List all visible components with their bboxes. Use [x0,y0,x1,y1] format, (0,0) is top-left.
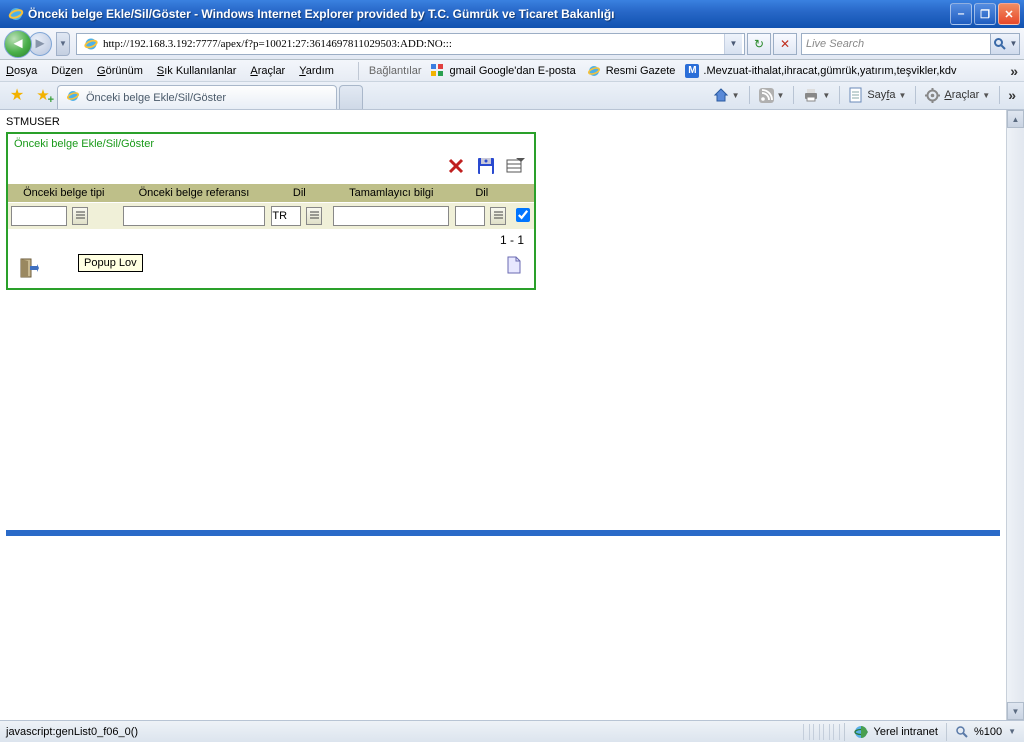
favorites-center-button[interactable]: ★ [8,86,26,104]
ie-page-icon [586,63,602,79]
input-tamamlayici-bilgi[interactable] [333,206,449,226]
url-input[interactable] [103,35,724,53]
page-ie-icon [83,36,99,52]
links-overflow[interactable]: » [1010,63,1018,79]
document-icon[interactable] [506,256,522,277]
window-title: Önceki belge Ekle/Sil/Göster - Windows I… [28,7,615,21]
search-go-button[interactable]: ▼ [990,33,1020,55]
cmdbar-overflow[interactable]: » [1004,87,1020,103]
feeds-button[interactable]: ▼ [755,85,789,105]
minimize-button[interactable]: ‒ [950,3,972,25]
favlink-mevzuat[interactable]: M .Mevzuat-ithalat,ihracat,gümrük,yatırı… [685,64,956,78]
nav-history-dropdown[interactable]: ▼ [56,32,70,56]
zone-label: Yerel intranet [874,726,938,738]
close-button[interactable]: ✕ [998,3,1020,25]
print-button[interactable]: ▼ [799,85,834,105]
content-viewport: ▲ ▼ STMUSER Önceki belge Ekle/Sil/Göster [0,110,1024,720]
scroll-up-button[interactable]: ▲ [1007,110,1024,128]
status-script-text: javascript:genList0_f06_0() [0,726,144,738]
menu-view[interactable]: Görünüm [97,65,143,77]
home-button[interactable]: ▼ [709,85,744,105]
region-onceki-belge: Önceki belge Ekle/Sil/Göster Önceki belg… [6,132,536,290]
exit-door-icon[interactable] [16,256,40,280]
col-onceki-belge-tipi: Önceki belge tipi [8,184,120,203]
input-belge-referansi[interactable] [123,206,266,226]
address-bar[interactable]: ▼ [76,33,745,55]
col-dil-1: Dil [268,184,330,203]
status-bar: javascript:genList0_f06_0() Yerel intran… [0,720,1024,742]
input-belge-tipi[interactable] [11,206,67,226]
search-placeholder: Live Search [806,38,864,50]
ie-page-icon [66,89,80,106]
stop-button[interactable]: ✕ [773,33,797,55]
zoom-value: %100 [974,726,1002,738]
col-dil-2: Dil [452,184,511,203]
refresh-button[interactable]: ↻ [747,33,771,55]
scroll-down-button[interactable]: ▼ [1007,702,1024,720]
input-dil-2[interactable] [455,206,485,226]
back-button[interactable]: ◄ [4,30,32,58]
nav-toolbar: ◄ ► ▼ ▼ ↻ ✕ Live Search ▼ [0,28,1024,60]
user-label: STMUSER [6,116,1000,128]
google-icon [429,63,445,79]
col-tamamlayici-bilgi: Tamamlayıcı bilgi [330,184,452,203]
menu-tools[interactable]: Araçlar [250,65,285,77]
window-titlebar: Önceki belge Ekle/Sil/Göster - Windows I… [0,0,1024,28]
row-checkbox[interactable] [516,208,530,222]
zoom-control[interactable]: %100 ▼ [947,725,1024,739]
links-label: Bağlantılar [369,65,422,77]
tab-active[interactable]: Önceki belge Ekle/Sil/Göster [57,85,337,109]
input-dil-1[interactable] [271,206,301,226]
region-title: Önceki belge Ekle/Sil/Göster [8,134,534,152]
tab-toolbar: ★ ★+ Önceki belge Ekle/Sil/Göster ▼ ▼ ▼ … [0,82,1024,110]
data-grid: Önceki belge tipi Önceki belge referansı… [8,184,534,229]
menu-edit[interactable]: Düzen [51,65,83,77]
lov-dil-2-icon[interactable] [490,207,506,225]
maximize-button[interactable]: ❐ [974,3,996,25]
url-dropdown[interactable]: ▼ [724,34,742,54]
tools-menu[interactable]: Araçlar▼ [921,85,994,105]
save-icon[interactable] [476,156,496,176]
lov-belge-tipi-icon[interactable] [72,207,88,225]
lov-dil-1-icon[interactable] [306,207,322,225]
delete-icon[interactable] [446,156,466,176]
favlink-gmail[interactable]: gmail Google'dan E-posta [429,63,575,79]
page-menu[interactable]: Sayfa▼ [845,85,910,105]
vertical-scrollbar[interactable]: ▲ ▼ [1006,110,1024,720]
new-tab-button[interactable] [339,85,363,109]
menu-help[interactable]: Yardım [299,65,334,77]
favlink-gazete[interactable]: Resmi Gazete [586,63,676,79]
add-favorite-button[interactable]: ★+ [34,86,52,104]
security-zone[interactable]: Yerel intranet [845,724,946,740]
record-counter: 1 - 1 [8,229,534,251]
menu-file[interactable]: Dosya [6,65,37,77]
table-row [8,203,534,230]
col-onceki-belge-referansi: Önceki belge referansı [120,184,269,203]
status-separators [799,724,844,740]
separator-bar [6,530,1000,536]
menu-favorites[interactable]: Sık Kullanılanlar [157,65,237,77]
ie-logo-icon [8,6,24,22]
m-icon: M [685,64,699,78]
search-box[interactable]: Live Search [801,33,991,55]
add-row-icon[interactable] [506,156,526,176]
tab-label: Önceki belge Ekle/Sil/Göster [86,92,226,104]
popup-lov-tooltip: Popup Lov [78,254,143,272]
menu-bar: Dosya Düzen Görünüm Sık Kullanılanlar Ar… [0,60,1024,82]
